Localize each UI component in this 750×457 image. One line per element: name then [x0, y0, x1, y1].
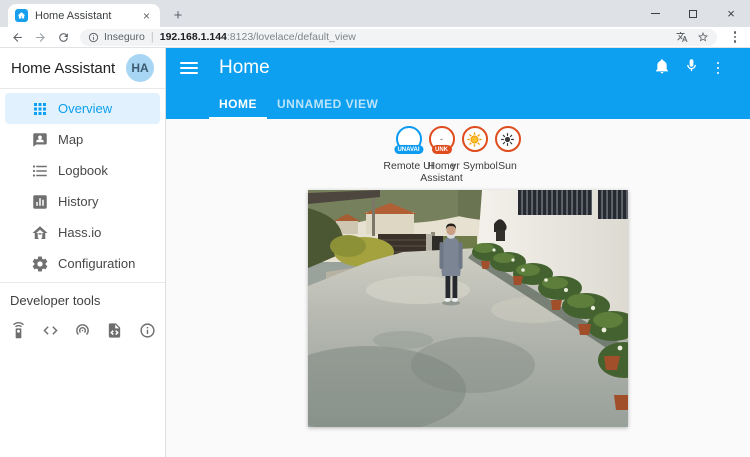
app-header: Home HOME UNNAMED VIEW	[166, 48, 750, 119]
bookmark-star-icon[interactable]	[697, 31, 709, 43]
browser-window: Home Assistant × + × Inseguro | 192.168.…	[0, 0, 750, 457]
browser-toolbar: Inseguro | 192.168.1.144 :8123/lovelace/…	[0, 27, 750, 48]
forward-button[interactable]	[32, 29, 48, 45]
home-assistant-app: Home Assistant HA Overview Map Logbook	[0, 48, 750, 457]
grid-icon	[31, 100, 49, 118]
dev-services-remote-icon[interactable]	[7, 319, 29, 341]
badge-state-pill: UNAVAI	[394, 145, 423, 154]
sidebar-nav: Overview Map Logbook History Hass.io	[0, 89, 165, 282]
voice-mic-icon[interactable]	[684, 58, 699, 78]
sidebar-item-overview[interactable]: Overview	[5, 93, 160, 124]
back-button[interactable]	[9, 29, 25, 45]
new-tab-button[interactable]: +	[168, 5, 188, 25]
window-controls: ×	[636, 0, 750, 27]
dev-tools-label: Developer tools	[10, 293, 165, 308]
dev-states-code-icon[interactable]	[39, 319, 61, 341]
house-icon	[31, 224, 49, 242]
overflow-menu-icon[interactable]	[713, 62, 723, 75]
badge-home-assistant[interactable]: - UNK Home Assistant	[426, 126, 457, 184]
user-avatar[interactable]: HA	[126, 54, 154, 82]
translate-icon[interactable]	[676, 31, 688, 43]
camera-image[interactable]	[308, 190, 628, 427]
account-location-icon	[31, 131, 49, 149]
maximize-button[interactable]	[674, 0, 712, 27]
menu-hamburger-icon[interactable]	[180, 62, 198, 74]
tab-close-icon[interactable]: ×	[140, 9, 153, 23]
sidebar-item-map[interactable]: Map	[5, 124, 160, 155]
badge-yr-symbol[interactable]: yr Symbol	[459, 126, 490, 184]
dev-events-antenna-icon[interactable]	[72, 319, 94, 341]
tab-title: Home Assistant	[35, 10, 140, 22]
sidebar-header: Home Assistant HA	[0, 48, 165, 89]
sidebar-item-history[interactable]: History	[5, 186, 160, 217]
url-path: :8123/lovelace/default_view	[227, 31, 356, 43]
url-separator: |	[151, 31, 154, 43]
address-bar[interactable]: Inseguro | 192.168.1.144 :8123/lovelace/…	[80, 29, 717, 46]
url-host: 192.168.1.144	[160, 31, 227, 43]
app-title: Home Assistant	[11, 60, 126, 77]
tab-unnamed-view[interactable]: UNNAMED VIEW	[267, 88, 388, 119]
sidebar-item-configuration[interactable]: Configuration	[5, 248, 160, 279]
minimize-button[interactable]	[636, 0, 674, 27]
security-label: Inseguro	[104, 31, 145, 43]
page-title: Home	[219, 57, 270, 79]
home-assistant-favicon	[15, 9, 28, 22]
tab-home[interactable]: HOME	[209, 88, 267, 119]
sidebar-divider	[0, 282, 165, 283]
notifications-bell-icon[interactable]	[654, 58, 670, 79]
badge-sun[interactable]: Sun	[492, 126, 523, 184]
bar-chart-icon	[31, 193, 49, 211]
list-icon	[31, 162, 49, 180]
browser-menu-icon[interactable]	[729, 31, 741, 43]
badge-state-pill: UNK	[432, 145, 452, 154]
reload-button[interactable]	[55, 29, 71, 45]
badges-row: UNAVAI Remote UI - UNK Home Assistant	[166, 126, 750, 184]
dev-tools-row	[0, 319, 165, 341]
view-tabs: HOME UNNAMED VIEW	[209, 88, 750, 119]
main-panel: Home HOME UNNAMED VIEW	[166, 48, 750, 457]
gear-icon	[31, 255, 49, 273]
sidebar: Home Assistant HA Overview Map Logbook	[0, 48, 166, 457]
sidebar-item-logbook[interactable]: Logbook	[5, 155, 160, 186]
sun-dark-icon	[500, 132, 515, 147]
browser-tab-bar: Home Assistant × + ×	[0, 0, 750, 27]
sun-yellow-icon	[466, 131, 483, 148]
site-info-icon[interactable]	[88, 32, 99, 43]
dev-info-icon[interactable]	[136, 319, 158, 341]
sidebar-item-hassio[interactable]: Hass.io	[5, 217, 160, 248]
dev-templates-file-icon[interactable]	[104, 319, 126, 341]
lovelace-view: UNAVAI Remote UI - UNK Home Assistant	[166, 119, 750, 457]
browser-tab[interactable]: Home Assistant ×	[8, 4, 160, 27]
close-window-button[interactable]: ×	[712, 0, 750, 27]
